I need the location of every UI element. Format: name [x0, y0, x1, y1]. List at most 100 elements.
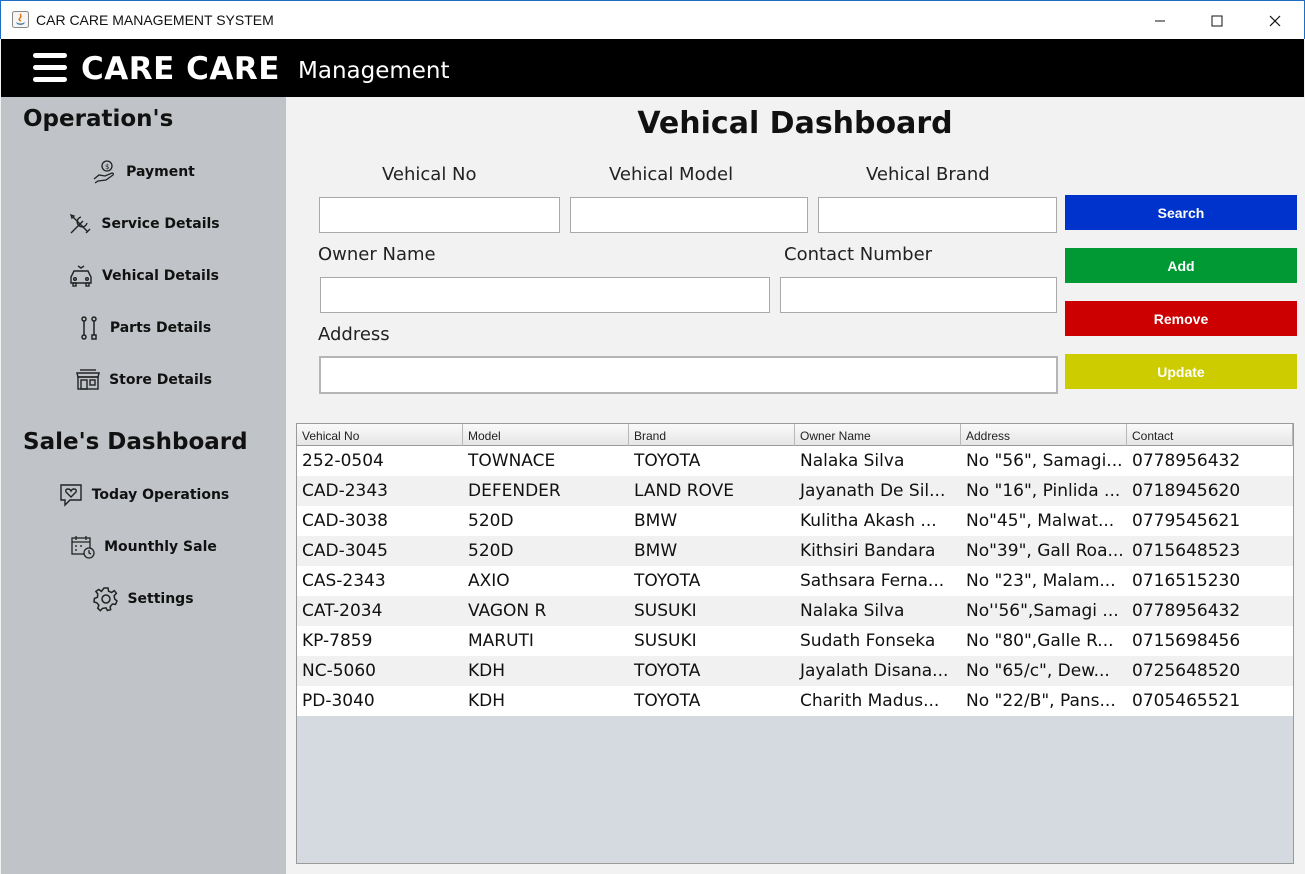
table-cell: Charith Madus... [800, 691, 940, 711]
app-header: CARE CARE Management [1, 39, 1304, 97]
table-body: 252-0504 TOWNACE TOYOTA Nalaka Silva No "56"… [297, 446, 1293, 716]
table-cell: MARUTI [468, 631, 534, 651]
vehical-model-label: Vehical Model [609, 164, 734, 185]
address-input[interactable] [319, 356, 1058, 394]
java-app-icon [12, 11, 29, 28]
column-header-model[interactable]: Model [463, 424, 629, 446]
table-cell: Jayanath De Sil... [800, 481, 946, 501]
store-icon [75, 367, 101, 393]
brand-title: CARE CARE [81, 51, 280, 87]
table-cell: CAD-3045 [302, 541, 388, 561]
sidebar-item-label: Store Details [109, 372, 212, 388]
table-cell: Kulitha Akash ... [800, 511, 937, 531]
table-cell: No "16", Pinlida ... [966, 481, 1121, 501]
table-cell: 520D [468, 541, 514, 561]
owner-name-input[interactable] [320, 277, 770, 313]
update-button[interactable]: Update [1065, 354, 1297, 389]
vehical-brand-input[interactable] [818, 197, 1057, 233]
sidebar-item-label: Mounthly Sale [104, 539, 217, 555]
table-cell: 0705465521 [1132, 691, 1241, 711]
table-cell: TOWNACE [468, 451, 556, 471]
table-row[interactable]: PD-3040 KDH TOYOTA Charith Madus... No "22/B… [297, 686, 1293, 716]
table-cell: AXIO [468, 571, 510, 591]
column-header-brand[interactable]: Brand [629, 424, 795, 446]
table-row[interactable]: CAD-3045 520D BMW Kithsiri Bandara No"39", G… [297, 536, 1293, 566]
column-header-address[interactable]: Address [961, 424, 1127, 446]
calendar-clock-icon [70, 534, 96, 560]
parts-tools-icon [76, 315, 102, 341]
table-cell: No"45", Malwat... [966, 511, 1115, 531]
table-cell: TOYOTA [634, 691, 701, 711]
table-cell: Nalaka Silva [800, 451, 905, 471]
table-cell: Sathsara Ferna... [800, 571, 945, 591]
table-cell: 252-0504 [302, 451, 384, 471]
table-cell: 0778956432 [1132, 601, 1241, 621]
maximize-button[interactable] [1188, 1, 1246, 40]
table-row[interactable]: KP-7859 MARUTI SUSUKI Sudath Fonseka No "80"… [297, 626, 1293, 656]
vehical-no-input[interactable] [319, 197, 560, 233]
table-cell: No "65/c", Dew... [966, 661, 1110, 681]
brand-subtitle: Management [298, 58, 450, 84]
vehical-model-input[interactable] [570, 197, 808, 233]
table-row[interactable]: CAD-3038 520D BMW Kulitha Akash ... No"45", … [297, 506, 1293, 536]
minimize-icon [1155, 20, 1165, 21]
payment-hand-icon: $ [92, 159, 118, 185]
table-cell: 0718945620 [1132, 481, 1241, 501]
table-cell: 0725648520 [1132, 661, 1241, 681]
table-cell: Kithsiri Bandara [800, 541, 936, 561]
table-cell: Sudath Fonseka [800, 631, 936, 651]
minimize-button[interactable] [1131, 1, 1189, 40]
add-button[interactable]: Add [1065, 248, 1297, 283]
sales-section-title: Sale's Dashboard [23, 429, 248, 455]
sidebar-item-mounthly-sale[interactable]: Mounthly Sale [1, 529, 286, 565]
table-row[interactable]: CAS-2343 AXIO TOYOTA Sathsara Ferna... No "2… [297, 566, 1293, 596]
sidebar-item-label: Payment [126, 164, 195, 180]
column-header-contact[interactable]: Contact [1127, 424, 1293, 446]
sidebar-item-service-details[interactable]: Service Details [1, 206, 286, 242]
close-icon [1269, 15, 1281, 26]
table-row[interactable]: CAD-2343 DEFENDER LAND ROVE Jayanath De Sil… [297, 476, 1293, 506]
window-title: CAR CARE MANAGEMENT SYSTEM [36, 12, 274, 28]
sidebar-item-payment[interactable]: $ Payment [1, 154, 286, 190]
sidebar-item-label: Settings [127, 591, 194, 607]
address-label: Address [318, 324, 390, 345]
table-cell: KDH [468, 661, 506, 681]
search-button[interactable]: Search [1065, 195, 1297, 230]
hamburger-menu-icon[interactable] [33, 53, 67, 83]
wrench-screwdriver-icon [67, 211, 93, 237]
main-panel: Vehical Dashboard Vehical No Vehical Mod… [286, 97, 1304, 874]
vehicle-table[interactable]: Vehical No Model Brand Owner Name Addres… [296, 423, 1294, 864]
remove-button[interactable]: Remove [1065, 301, 1297, 336]
window-titlebar: CAR CARE MANAGEMENT SYSTEM [0, 0, 1305, 39]
table-cell: 0778956432 [1132, 451, 1241, 471]
maximize-icon [1211, 15, 1223, 26]
sidebar-item-vehical-details[interactable]: Vehical Details [1, 258, 286, 294]
table-cell: SUSUKI [634, 631, 697, 651]
column-header-vehical-no[interactable]: Vehical No [297, 424, 463, 446]
table-row[interactable]: CAT-2034 VAGON R SUSUKI Nalaka Silva No''56"… [297, 596, 1293, 626]
table-cell: TOYOTA [634, 571, 701, 591]
sidebar-item-today-operations[interactable]: Today Operations [1, 477, 286, 513]
column-header-owner-name[interactable]: Owner Name [795, 424, 961, 446]
sidebar-item-label: Today Operations [91, 487, 230, 503]
sidebar-item-label: Vehical Details [102, 268, 219, 284]
table-cell: TOYOTA [634, 661, 701, 681]
table-cell: CAD-3038 [302, 511, 388, 531]
table-cell: Nalaka Silva [800, 601, 905, 621]
table-cell: SUSUKI [634, 601, 697, 621]
heart-chat-icon [58, 482, 84, 508]
table-cell: KP-7859 [302, 631, 373, 651]
close-button[interactable] [1246, 1, 1304, 40]
sidebar-item-store-details[interactable]: Store Details [1, 362, 286, 398]
contact-number-input[interactable] [780, 277, 1057, 313]
table-cell: KDH [468, 691, 506, 711]
sidebar-item-parts-details[interactable]: Parts Details [1, 310, 286, 346]
operations-section-title: Operation's [23, 106, 174, 132]
sidebar-item-settings[interactable]: Settings [1, 581, 286, 617]
vehical-brand-label: Vehical Brand [866, 164, 990, 185]
table-cell: No "80",Galle R... [966, 631, 1114, 651]
table-row[interactable]: NC-5060 KDH TOYOTA Jayalath Disana... No "65… [297, 656, 1293, 686]
table-cell: BMW [634, 511, 678, 531]
table-cell: No "56", Samagi... [966, 451, 1123, 471]
table-row[interactable]: 252-0504 TOWNACE TOYOTA Nalaka Silva No "56"… [297, 446, 1293, 476]
